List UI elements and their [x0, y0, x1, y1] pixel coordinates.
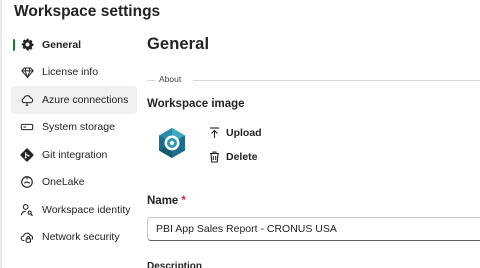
sidebar-item-label: General [42, 38, 82, 51]
delete-label: Delete [226, 151, 258, 163]
panel-title: Workspace settings [14, 3, 161, 20]
cloud-lock-icon [20, 230, 34, 244]
sidebar-item-label: Azure connections [42, 93, 129, 106]
sidebar-item-onelake[interactable]: OneLake [11, 169, 137, 197]
upload-icon [208, 127, 220, 139]
sidebar-item-label: System storage [42, 121, 115, 134]
sidebar-item-workspace-identity[interactable]: Workspace identity [11, 196, 137, 224]
trash-icon [208, 151, 220, 163]
sidebar-item-git-integration[interactable]: Git integration [11, 141, 137, 169]
name-field-label: Name * [147, 195, 186, 207]
sidebar-item-label: Workspace identity [42, 203, 131, 216]
section-label: About [159, 74, 182, 84]
onelake-icon [20, 175, 34, 189]
storage-icon [20, 120, 34, 134]
section-divider-about: About [147, 74, 480, 86]
settings-sidebar: General License info Azure connections S… [11, 31, 137, 251]
sidebar-item-network-security[interactable]: Network security [11, 224, 137, 252]
divider-line [147, 80, 155, 81]
upload-label: Upload [226, 127, 262, 139]
window-edge [0, 0, 2, 268]
name-label-text: Name [147, 195, 179, 207]
active-indicator [13, 39, 15, 51]
workspace-logo-image [156, 127, 188, 159]
delete-button[interactable]: Delete [208, 151, 258, 163]
sidebar-item-azure-connections[interactable]: Azure connections [11, 86, 137, 114]
required-marker: * [181, 195, 186, 207]
settings-content: General About Workspace image Upload Del… [147, 0, 480, 268]
sidebar-item-label: License info [42, 66, 99, 79]
upload-button[interactable]: Upload [208, 127, 262, 139]
sidebar-item-label: Git integration [42, 148, 108, 161]
person-key-icon [20, 203, 34, 217]
sidebar-item-license-info[interactable]: License info [11, 59, 137, 87]
workspace-name-input[interactable] [147, 217, 480, 241]
git-icon [20, 148, 34, 162]
cloud-plug-icon [20, 93, 34, 107]
gear-icon [20, 38, 34, 52]
sidebar-item-label: Network security [42, 231, 120, 244]
divider-line [193, 80, 480, 81]
diamond-icon [20, 65, 34, 79]
description-field-label: Description [147, 261, 203, 268]
workspace-image-heading: Workspace image [147, 98, 245, 110]
sidebar-item-system-storage[interactable]: System storage [11, 114, 137, 142]
sidebar-item-general[interactable]: General [11, 31, 137, 59]
sidebar-item-label: OneLake [42, 176, 85, 189]
page-title: General [147, 35, 210, 53]
